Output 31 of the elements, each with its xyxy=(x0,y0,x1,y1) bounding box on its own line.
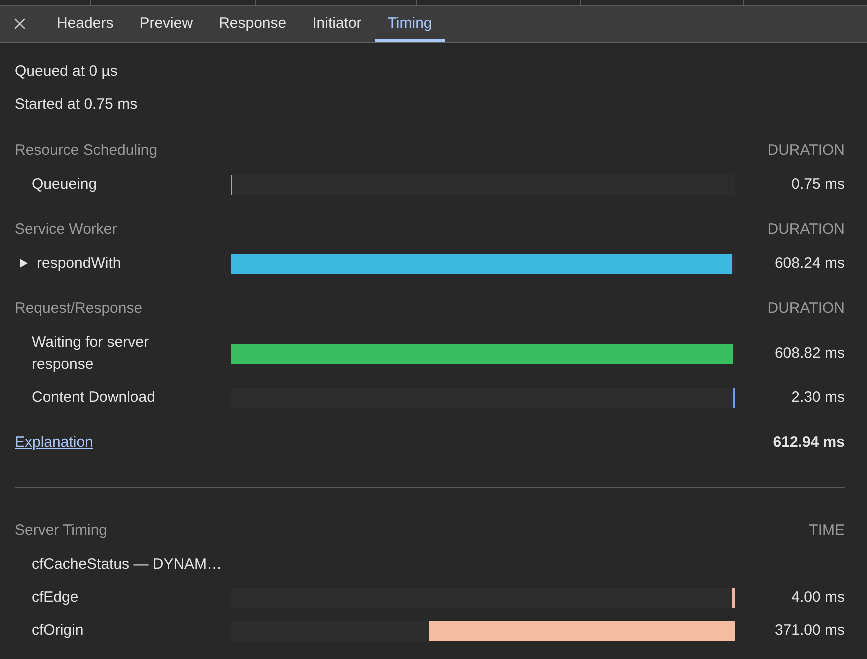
section-title: Resource Scheduling xyxy=(15,141,158,162)
timing-row-label: respondWith xyxy=(37,254,122,274)
timing-row-label: cfEdge xyxy=(32,588,79,608)
caret-right-icon[interactable] xyxy=(20,259,28,268)
tab[interactable]: Preview xyxy=(126,6,206,42)
duration-value: 608.82 ms xyxy=(774,344,845,364)
timing-row-label: Waiting for server response xyxy=(32,332,150,374)
explanation-link[interactable]: Explanation xyxy=(15,432,94,455)
duration-value: 4.00 ms xyxy=(792,588,845,608)
total-duration: 612.94 ms xyxy=(773,433,845,454)
summary-text: Queued at 0 µs xyxy=(15,62,118,82)
timing-row-label: Content Download xyxy=(32,388,156,408)
column-header: TIME xyxy=(809,521,845,542)
tab[interactable]: Response xyxy=(206,6,300,42)
tab[interactable]: Headers xyxy=(44,6,127,42)
duration-value: 371.00 ms xyxy=(774,620,845,640)
duration-value: 0.75 ms xyxy=(792,174,845,194)
tab[interactable]: Initiator xyxy=(300,6,375,42)
section-title: Server Timing xyxy=(15,521,108,542)
column-header: DURATION xyxy=(768,141,845,162)
duration-value: 608.24 ms xyxy=(774,254,845,274)
column-header: DURATION xyxy=(768,299,845,320)
section-title: Request/Response xyxy=(15,299,143,320)
timing-row-label: cfOrigin xyxy=(32,620,84,640)
timing-row-label: cfCacheStatus — DYNAM… xyxy=(32,554,222,574)
timing-row-label: Queueing xyxy=(32,174,98,194)
section-title: Service Worker xyxy=(15,220,118,240)
summary-text: Started at 0.75 ms xyxy=(15,95,138,116)
duration-value: 2.30 ms xyxy=(792,388,845,408)
tab[interactable]: Timing xyxy=(374,6,446,42)
column-header: DURATION xyxy=(768,220,845,240)
